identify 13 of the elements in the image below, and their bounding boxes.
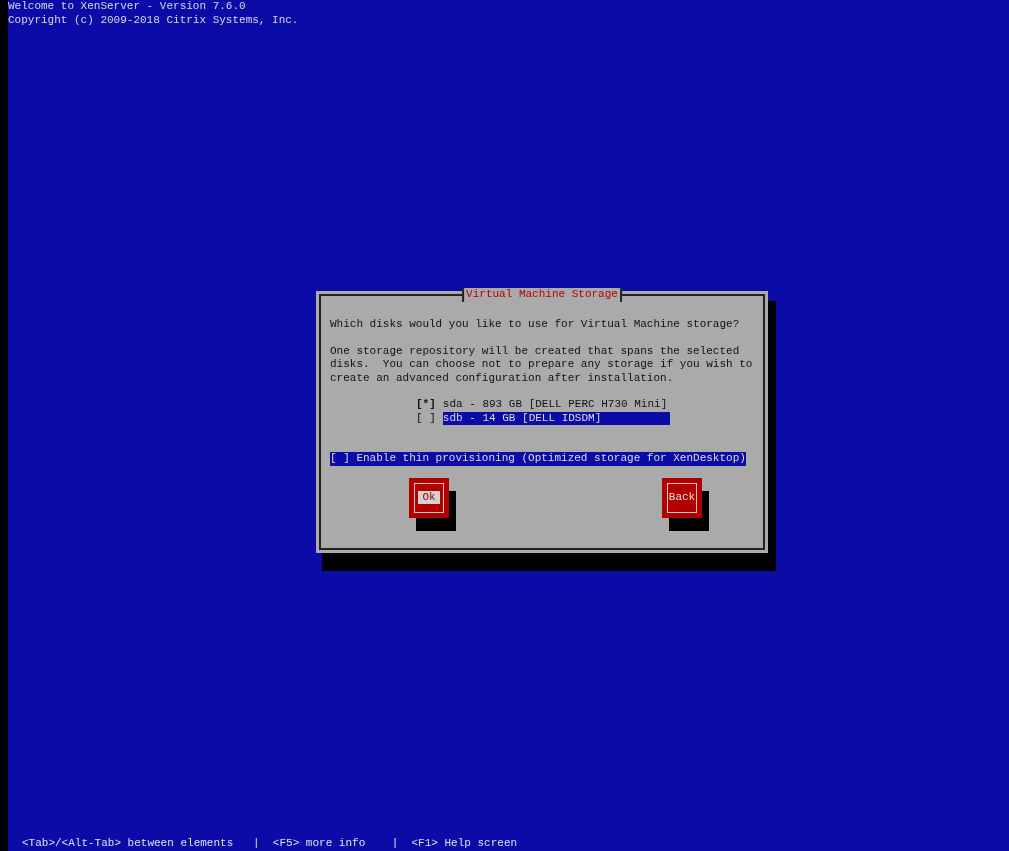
header-text: Copyright (c) 2009-2018 Citrix Systems, Inc. [8,13,299,27]
dialog-title: Virtual Machine Storage [462,288,622,302]
disk-option[interactable]: sdb - 14 GB [DELL IDSDM] [442,411,670,425]
disk-option[interactable]: sda - 893 GB [DELL PERC H730 Mini] [442,398,670,412]
question-text: Which disks would you like to use for Virtual Machine storage? [330,318,740,332]
checkbox[interactable]: [*] [416,398,436,412]
thin-provisioning-checkbox[interactable]: [ ] Enable thin provisioning (Optimized storage for XenDesktop) [330,452,746,466]
footer-help-text: <Tab>/<Alt-Tab> between elements | <F5> more info | <F1> Help screen [21,836,518,851]
header-text: Welcome to XenServer - Version 7.6.0 [8,0,246,14]
dialog-button[interactable]: Ok [409,477,449,518]
dialog-button[interactable]: Back [662,477,702,518]
checkbox[interactable]: [ ] [416,411,436,425]
description-text: One storage repository will be created that spans the selected disks. You can choose not to prepare any storage if you wish to create an advanced configuration after installation. [330,344,753,385]
